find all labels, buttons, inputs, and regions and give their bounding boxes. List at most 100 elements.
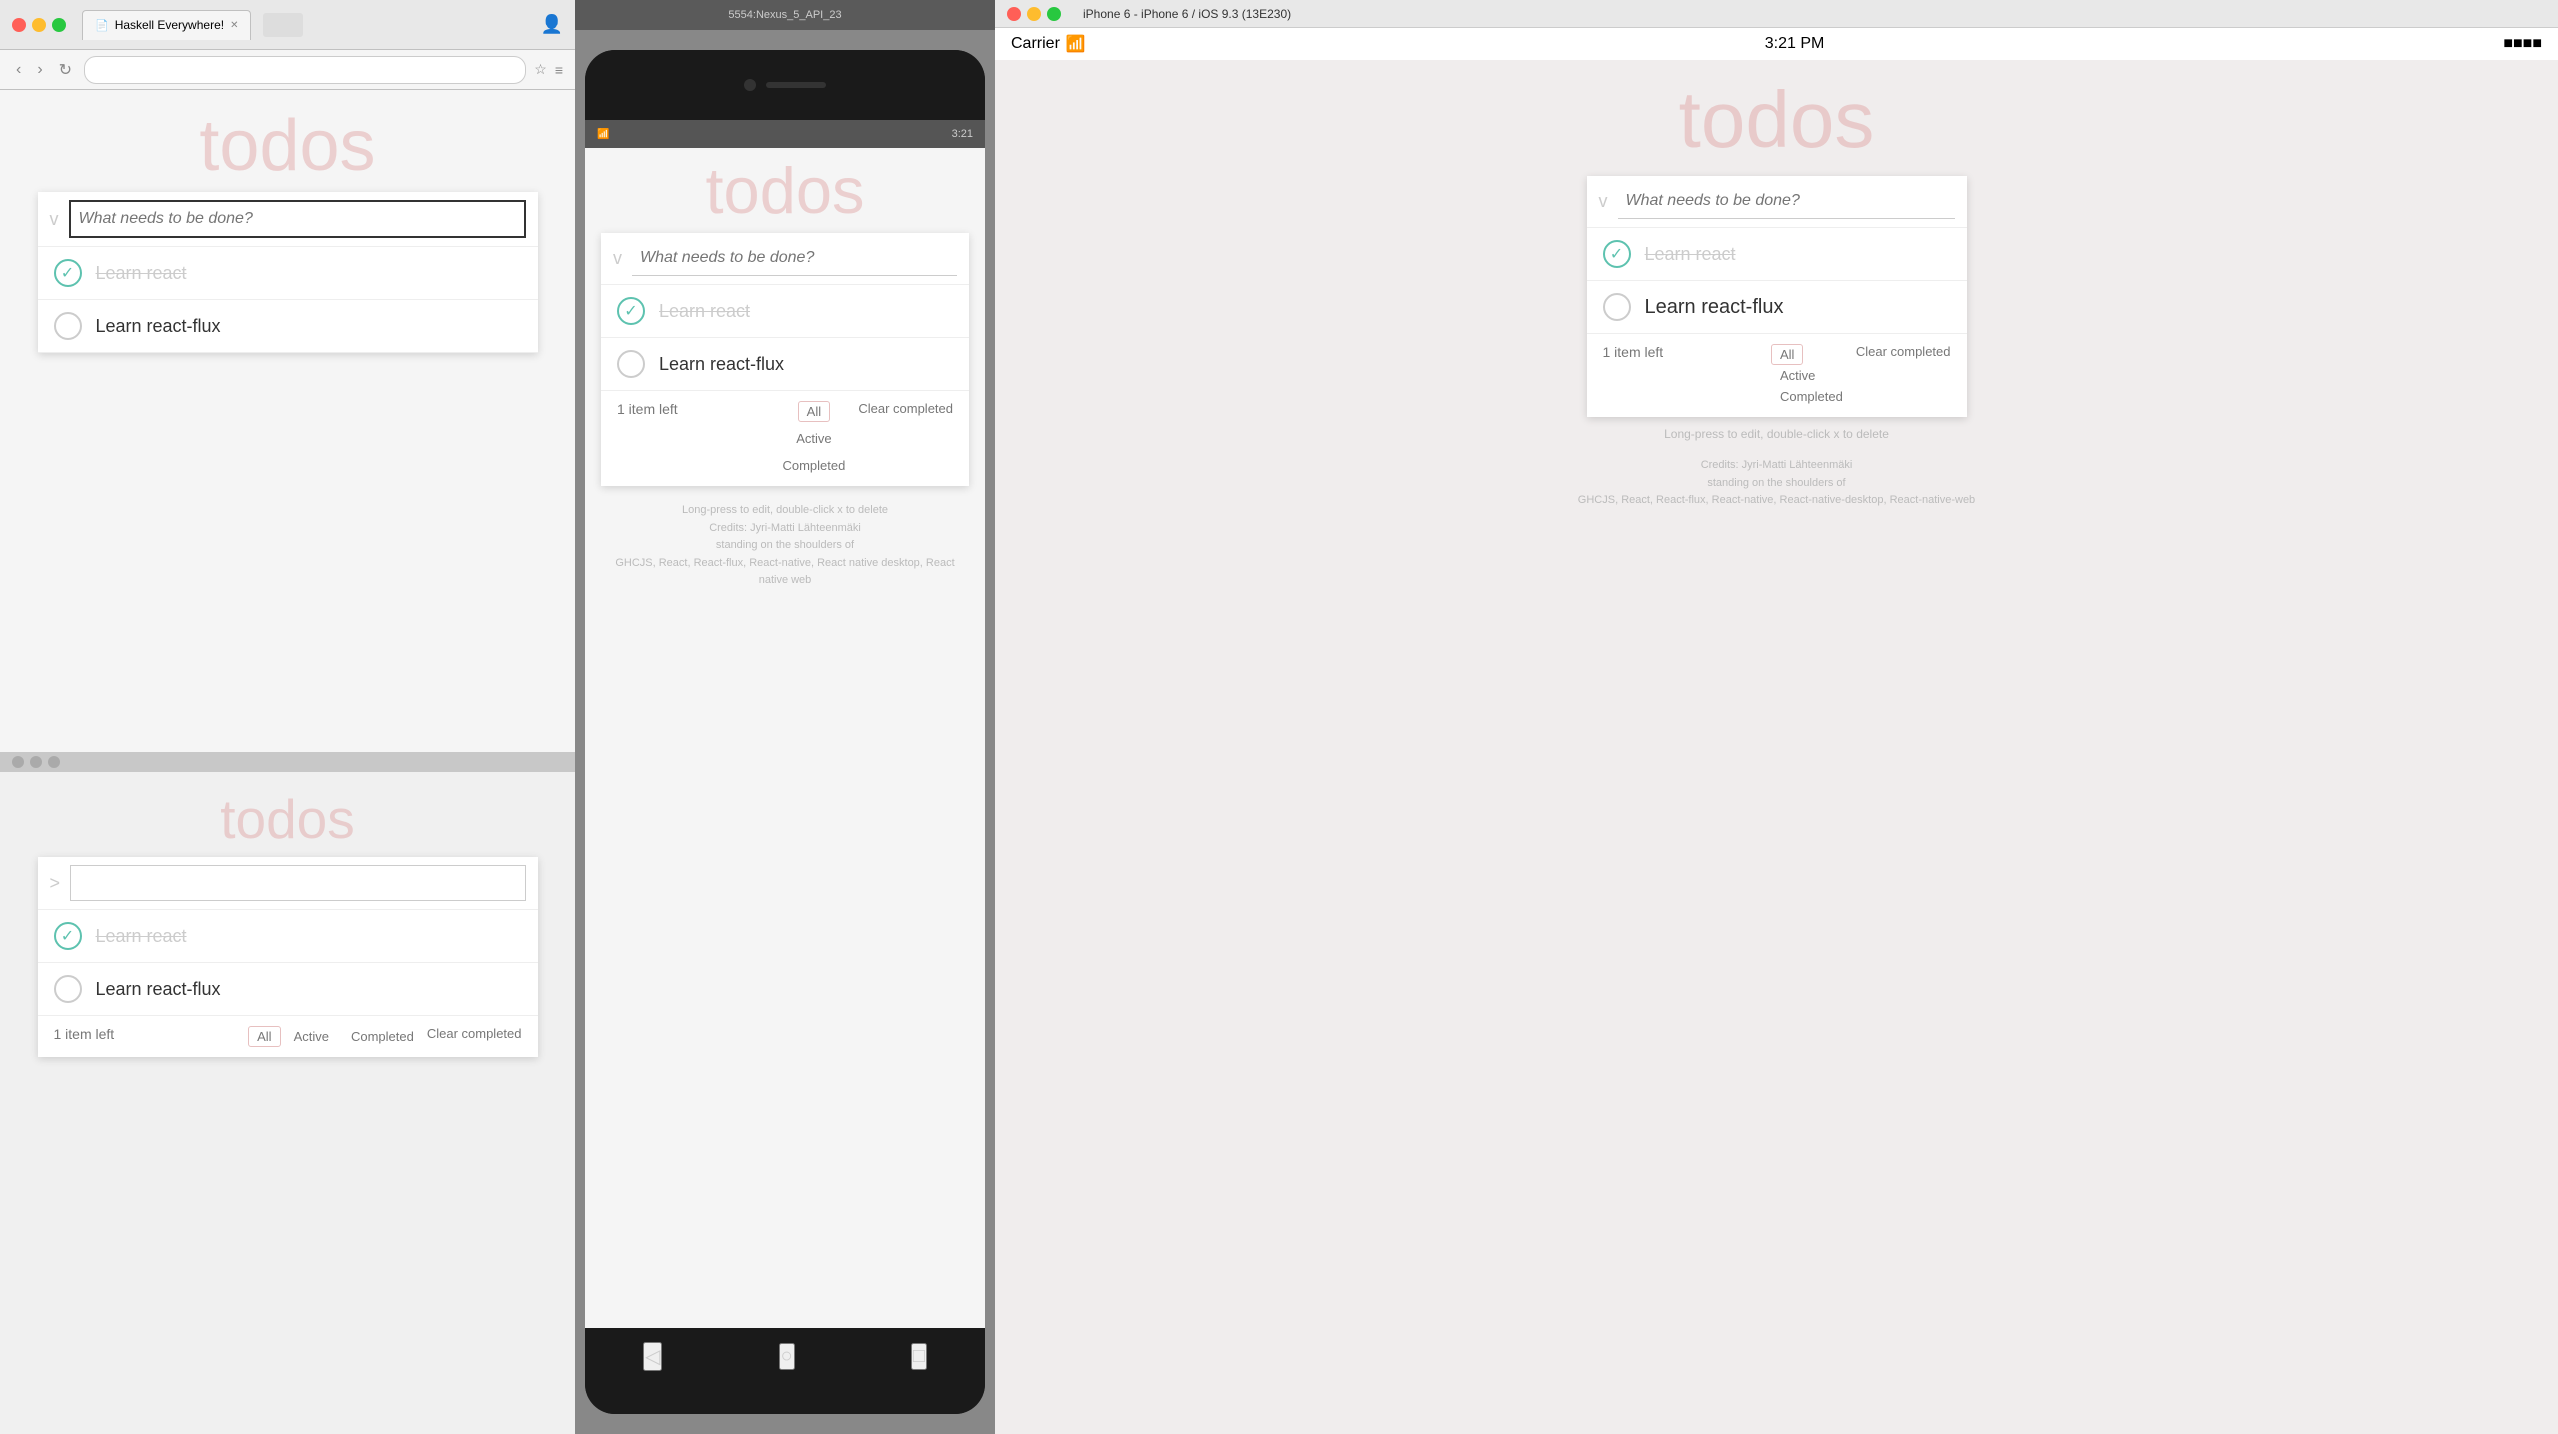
filter-completed-bottom[interactable]: Completed — [342, 1026, 423, 1047]
android-app-content: todos v Learn react Learn react-flux — [585, 148, 985, 1328]
new-tab-area[interactable] — [263, 13, 303, 37]
ios-toggle-all[interactable]: v — [1599, 191, 1608, 212]
android-recent-btn[interactable]: □ — [911, 1343, 927, 1370]
android-clear-completed[interactable]: Clear completed — [858, 401, 953, 416]
ios-todo-item-2: Learn react-flux — [1587, 281, 1967, 334]
toggle-all-bottom[interactable]: > — [50, 873, 61, 894]
android-filter-all[interactable]: All — [798, 401, 830, 422]
browser-tab[interactable]: 📄 Haskell Everywhere! ✕ — [82, 10, 251, 40]
address-input[interactable]: localhost:8084 — [84, 56, 526, 84]
todo-checkbox-2-top[interactable] — [54, 312, 82, 340]
android-speaker — [766, 82, 826, 88]
ios-time: 3:21 PM — [1765, 35, 1825, 53]
ios-checkbox-1[interactable] — [1603, 240, 1631, 268]
todo-input-bottom[interactable] — [70, 865, 525, 901]
ios-input-row: v — [1587, 176, 1967, 228]
ios-todo-card: v Learn react Learn react-flux 1 item le… — [1587, 176, 1967, 417]
android-credits-3: GHCJS, React, React-flux, React-native, … — [615, 557, 954, 587]
clear-completed-bottom[interactable]: Clear completed — [427, 1026, 522, 1041]
ios-credits-2: standing on the shoulders of — [1707, 477, 1845, 489]
android-filter-active[interactable]: Active — [787, 428, 840, 449]
android-window-bar: 5554:Nexus_5_API_23 — [575, 0, 995, 30]
ios-filter-all[interactable]: All — [1771, 344, 1803, 365]
tab-page-icon: 📄 — [95, 19, 109, 32]
ios-close-btn[interactable] — [1007, 7, 1021, 21]
android-credits-2: standing on the shoulders of — [716, 539, 854, 551]
tab-close-button[interactable]: ✕ — [230, 20, 238, 31]
android-time: 3:21 — [952, 128, 973, 140]
android-todo-item-2: Learn react-flux — [601, 338, 969, 391]
filter-row-bottom: All Active Completed — [248, 1026, 423, 1047]
ios-todo-input[interactable] — [1618, 184, 1955, 219]
android-todo-text-1: Learn react — [659, 301, 750, 322]
android-toggle-all[interactable]: v — [613, 248, 622, 269]
android-home-btn[interactable]: ○ — [779, 1343, 795, 1370]
forward-button[interactable]: › — [33, 57, 46, 83]
ios-todo-item-1: Learn react — [1587, 228, 1967, 281]
todo-item-1-bottom: Learn react — [38, 910, 538, 963]
ios-filter-completed[interactable]: Completed — [1771, 386, 1852, 407]
android-navbar: ◁ ○ □ — [585, 1328, 985, 1384]
ios-window-title: iPhone 6 - iPhone 6 / iOS 9.3 (13E230) — [1083, 7, 1291, 21]
android-section: 5554:Nexus_5_API_23 📶 3:21 todos v — [575, 0, 995, 1434]
todo-checkbox-1-bottom[interactable] — [54, 922, 82, 950]
android-todo-input[interactable] — [632, 241, 957, 276]
ios-todo-text-1: Learn react — [1645, 244, 1736, 265]
todo-checkbox-2-bottom[interactable] — [54, 975, 82, 1003]
android-filter-row: All — [798, 401, 830, 422]
android-bottom-bezel — [585, 1384, 985, 1414]
toggle-all-top[interactable]: v — [50, 209, 59, 230]
close-button[interactable] — [12, 18, 26, 32]
ios-credits-3: GHCJS, React, React-flux, React-native, … — [1578, 494, 1975, 506]
maximize-button[interactable] — [52, 18, 66, 32]
dot2 — [30, 756, 42, 768]
ios-battery: ■■■■ — [2503, 35, 2542, 53]
todo-app-bottom: todos > Learn react Learn react-flux — [0, 772, 575, 1077]
android-back-btn[interactable]: ◁ — [643, 1342, 662, 1371]
todo-count-bottom: 1 item left — [54, 1026, 245, 1042]
ios-clear-completed[interactable]: Clear completed — [1856, 344, 1951, 359]
todo-input-top[interactable] — [69, 200, 526, 238]
ios-app-title: todos — [1679, 80, 1875, 160]
back-button[interactable]: ‹ — [12, 57, 25, 83]
todo-text-1-top: Learn react — [96, 263, 187, 284]
ios-filter-row-1: All — [1771, 344, 1803, 365]
menu-icon: ≡ — [555, 62, 563, 78]
android-todo-card: v Learn react Learn react-flux 1 item — [601, 233, 969, 486]
android-credits: Long-press to edit, double-click x to de… — [601, 502, 969, 590]
android-filter-completed[interactable]: Completed — [773, 455, 854, 476]
todo-item-2-top: Learn react-flux — [38, 300, 538, 353]
ios-todo-footer: 1 item left All Active Completed Clear c… — [1587, 334, 1967, 417]
ios-section: iPhone 6 - iPhone 6 / iOS 9.3 (13E230) C… — [995, 0, 2558, 1434]
ios-minimize-btn[interactable] — [1027, 7, 1041, 21]
filter-all-bottom[interactable]: All — [248, 1026, 280, 1047]
ios-filter-active[interactable]: Active — [1771, 365, 1824, 386]
ios-app-content: todos v Learn react Learn react-flux 1 i… — [995, 60, 2558, 530]
separator-dots — [12, 756, 60, 768]
second-window-separator — [0, 752, 575, 772]
todo-checkbox-1-top[interactable] — [54, 259, 82, 287]
ios-maximize-btn[interactable] — [1047, 7, 1061, 21]
android-top-bezel — [585, 50, 985, 120]
filter-active-bottom[interactable]: Active — [285, 1026, 338, 1047]
profile-icon: 👤 — [541, 14, 563, 35]
app-title-bottom: todos — [220, 792, 355, 847]
browser-titlebar: 📄 Haskell Everywhere! ✕ 👤 — [0, 0, 575, 50]
ios-credits: Credits: Jyri-Matti Lähteenmäki standing… — [1578, 457, 1975, 510]
android-credits-1: Credits: Jyri-Matti Lähteenmäki — [709, 522, 861, 534]
bookmark-icon: ☆ — [534, 61, 547, 78]
android-checkbox-1[interactable] — [617, 297, 645, 325]
minimize-button[interactable] — [32, 18, 46, 32]
android-credits-hint: Long-press to edit, double-click x to de… — [682, 504, 888, 516]
todo-card-top: v Learn react Learn react-flux — [38, 192, 538, 353]
ios-filter-group: All Active Completed — [1771, 344, 1852, 407]
ios-wifi-icon: 📶 — [1066, 34, 1086, 54]
ios-status-bar: Carrier 📶 3:21 PM ■■■■ — [995, 28, 2558, 60]
browser-addressbar: ‹ › ↻ localhost:8084 ☆ ≡ — [0, 50, 575, 90]
app-title-top: todos — [199, 110, 375, 182]
android-checkbox-2[interactable] — [617, 350, 645, 378]
android-camera — [744, 79, 756, 91]
ios-credits-1: Credits: Jyri-Matti Lähteenmäki — [1701, 459, 1853, 471]
ios-checkbox-2[interactable] — [1603, 293, 1631, 321]
reload-button[interactable]: ↻ — [55, 56, 76, 84]
